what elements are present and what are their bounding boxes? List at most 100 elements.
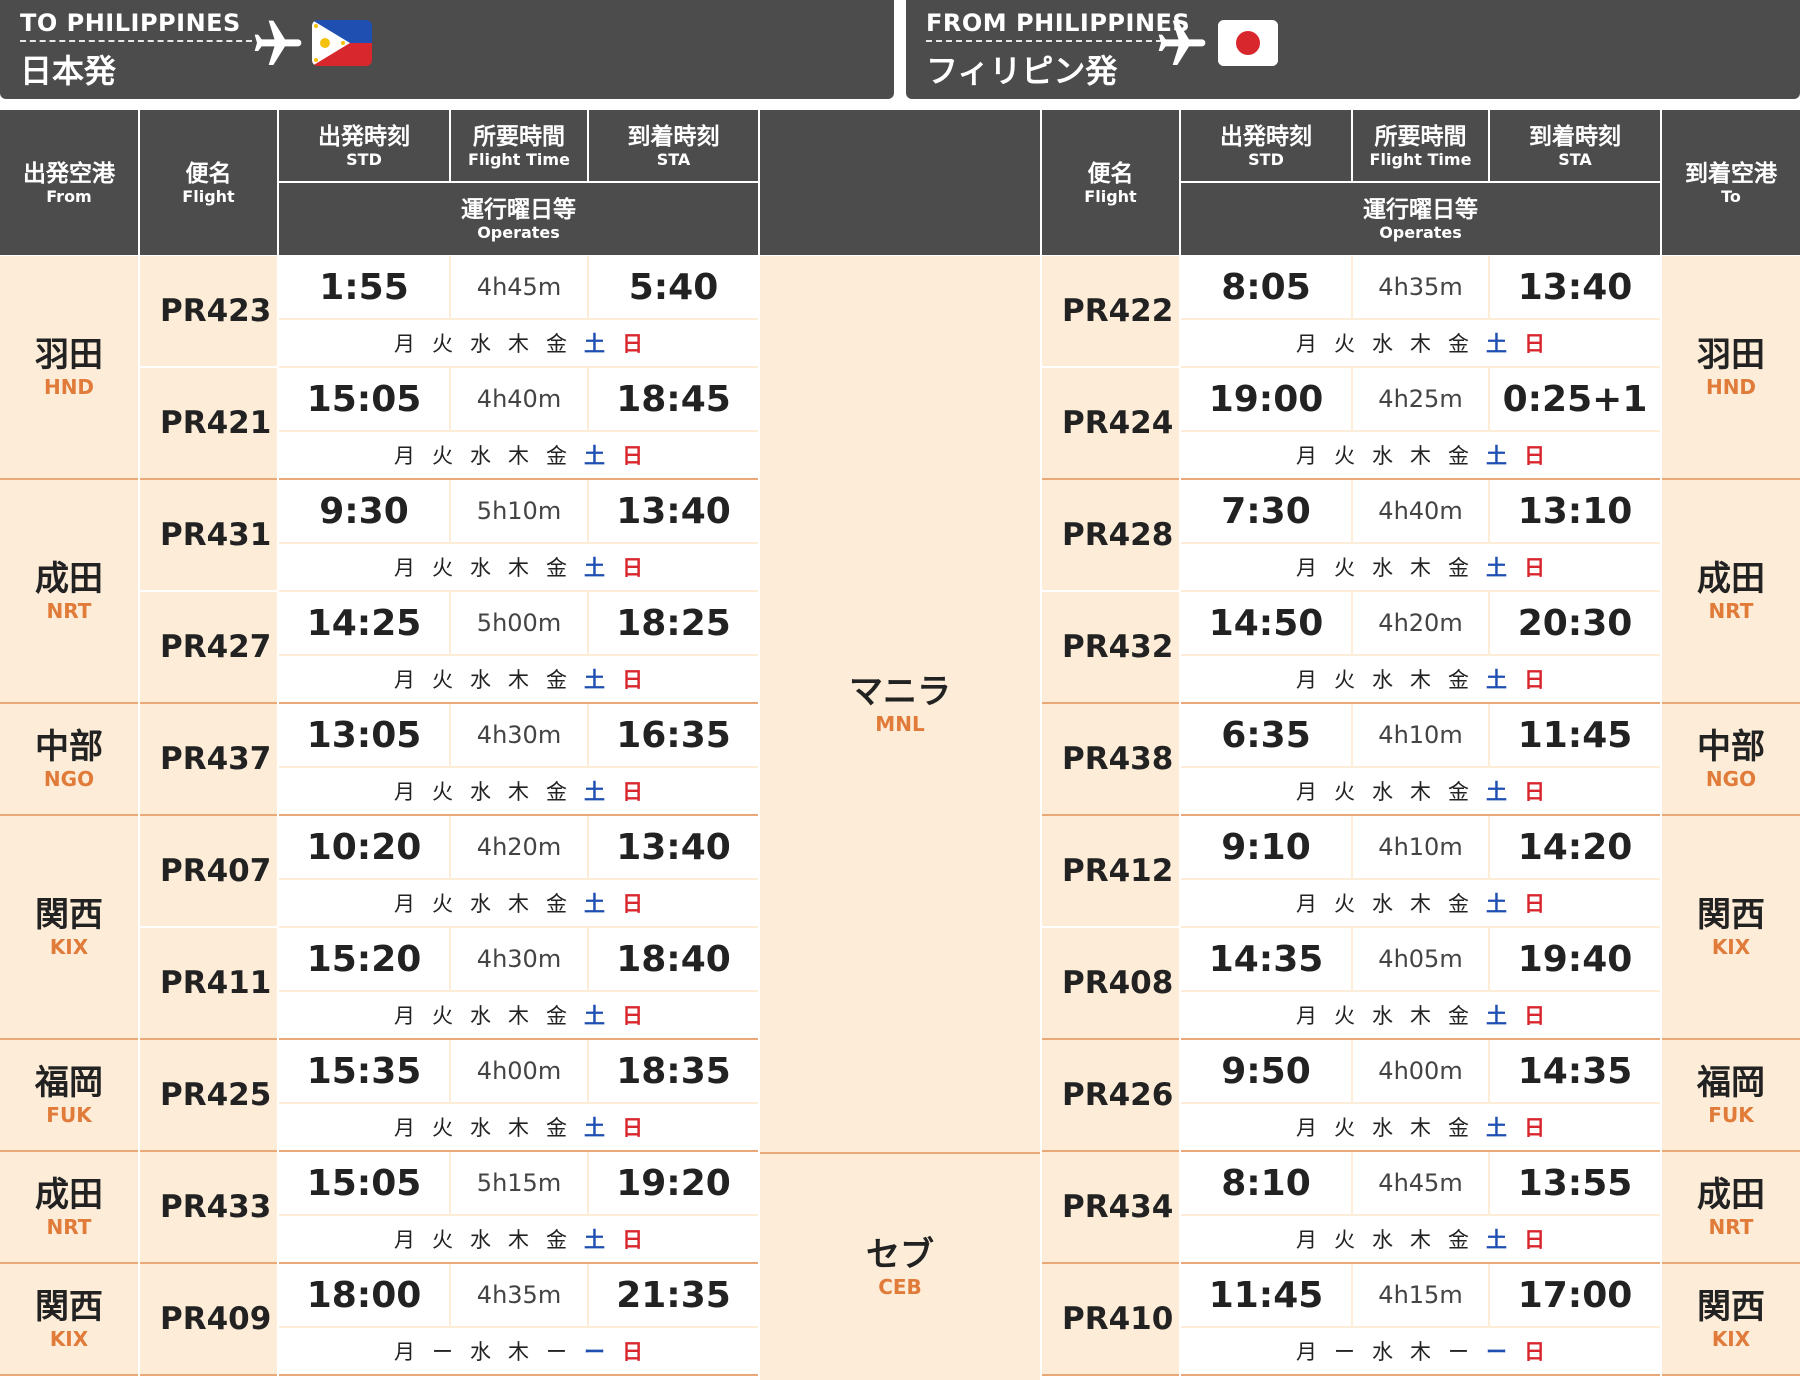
day-1: 火	[1334, 892, 1355, 916]
header-flight-jp: 便名	[1087, 160, 1134, 187]
banner-title-jp: フィリピン発	[926, 52, 1118, 90]
airport-code: KIX	[1711, 935, 1751, 959]
airport-cell-to: 成田 NRT	[1662, 480, 1800, 704]
arrival-time: 11:45	[1490, 704, 1660, 768]
airport-cell-to: 関西 KIX	[1662, 816, 1800, 1040]
airplane-icon	[254, 20, 302, 65]
airport-code: NRT	[1708, 1215, 1754, 1239]
flight-duration: 4h45m	[449, 256, 589, 320]
header-flight-time-en: Flight Time	[468, 149, 570, 169]
day-4: 金	[1448, 1116, 1469, 1140]
day-0: 月	[394, 780, 415, 804]
operating-days: 月ー水木ーー日	[279, 1328, 758, 1376]
flight-number-cell: PR434	[1042, 1152, 1179, 1264]
day-4: ー	[546, 1340, 567, 1364]
day-6: 日	[1524, 1116, 1545, 1140]
flight-duration: 4h35m	[449, 1264, 589, 1328]
airport-code: HND	[43, 375, 95, 399]
day-2: 水	[1372, 556, 1393, 580]
airport-code: KIX	[49, 1327, 89, 1351]
header-from-jp: 出発空港	[23, 160, 115, 187]
airport-name-jp: 関西	[35, 895, 103, 935]
flight-duration: 5h15m	[449, 1152, 589, 1216]
header-flight-time-jp: 所要時間	[473, 123, 565, 150]
day-2: 水	[470, 892, 491, 916]
flight-duration: 4h00m	[1351, 1040, 1490, 1104]
day-2: 水	[1372, 780, 1393, 804]
airport-name-jp: 成田	[35, 1175, 103, 1215]
departure-time: 15:35	[279, 1040, 449, 1104]
day-1: 火	[1334, 1228, 1355, 1252]
destination-manila: マニラ MNL	[760, 256, 1040, 1152]
operating-days: 月火水木金土日	[279, 1216, 758, 1264]
airport-code: NRT	[46, 599, 92, 623]
airport-cell-from: 羽田 HND	[0, 256, 138, 480]
arrival-time: 0:25+1	[1490, 368, 1660, 432]
flight-number-cell: PR433	[140, 1152, 277, 1264]
flight-number-cell: PR426	[1042, 1040, 1179, 1152]
flight-duration: 4h10m	[1351, 704, 1490, 768]
header-sta-jp: 到着時刻	[627, 123, 720, 150]
arrival-time: 13:40	[1490, 256, 1660, 320]
header-std-en: STD	[1248, 149, 1284, 169]
flight-duration: 4h00m	[449, 1040, 589, 1104]
day-6: 日	[1524, 668, 1545, 692]
operating-days: 月火水木金土日	[279, 656, 758, 704]
day-2: 水	[470, 1004, 491, 1028]
header-destination-blank	[760, 110, 1040, 255]
departure-time: 11:45	[1181, 1264, 1351, 1328]
departure-time: 15:05	[279, 368, 449, 432]
day-3: 木	[1410, 1004, 1431, 1028]
day-5: 土	[1486, 444, 1507, 468]
day-2: 水	[470, 780, 491, 804]
airport-cell-from: 福岡 FUK	[0, 1040, 138, 1152]
day-3: 木	[1410, 668, 1431, 692]
departure-time: 9:50	[1181, 1040, 1351, 1104]
destination-code: MNL	[875, 712, 925, 736]
arrival-time: 13:10	[1490, 480, 1660, 544]
header-flight-time-in: 所要時間 Flight Time	[1353, 110, 1488, 181]
day-4: 金	[546, 1116, 567, 1140]
day-2: 水	[1372, 1340, 1393, 1364]
flight-number-cell: PR407	[140, 816, 277, 928]
departure-time: 9:10	[1181, 816, 1351, 880]
airport-code: NGO	[1705, 767, 1757, 791]
flight-duration: 4h40m	[449, 368, 589, 432]
day-3: 木	[1410, 332, 1431, 356]
day-2: 水	[470, 332, 491, 356]
departure-time: 13:05	[279, 704, 449, 768]
header-flight-time-jp: 所要時間	[1374, 123, 1467, 150]
flight-number-cell: PR432	[1042, 592, 1179, 704]
departure-time: 18:00	[279, 1264, 449, 1328]
day-3: 木	[1410, 1116, 1431, 1140]
header-sta-en: STA	[1558, 149, 1592, 169]
flight-duration: 4h20m	[449, 816, 589, 880]
day-1: 火	[1334, 332, 1355, 356]
departure-time: 15:20	[279, 928, 449, 992]
departure-time: 8:05	[1181, 256, 1351, 320]
header-std-jp: 出発時刻	[318, 123, 410, 150]
header-to-jp: 到着空港	[1685, 160, 1777, 187]
banner-title-jp: 日本発	[20, 52, 117, 90]
day-5: 土	[1486, 332, 1507, 356]
airport-code: FUK	[1708, 1103, 1754, 1127]
airport-cell-from: 成田 NRT	[0, 480, 138, 704]
day-2: 水	[470, 668, 491, 692]
header-std-in: 出発時刻 STD	[1181, 110, 1351, 181]
day-4: 金	[546, 1004, 567, 1028]
day-4: 金	[1448, 444, 1469, 468]
header-std-en: STD	[346, 149, 382, 169]
arrival-time: 19:20	[589, 1152, 758, 1216]
day-4: 金	[546, 1228, 567, 1252]
day-6: 日	[622, 1116, 643, 1140]
day-6: 日	[1524, 892, 1545, 916]
header-operates-out: 運行曜日等 Operates	[279, 183, 758, 255]
airport-cell-to: 関西 KIX	[1662, 1264, 1800, 1376]
airport-name-jp: 関西	[35, 1287, 103, 1327]
operating-days: 月火水木金土日	[279, 544, 758, 592]
flight-number-cell: PR410	[1042, 1264, 1179, 1376]
day-2: 水	[1372, 892, 1393, 916]
day-2: 水	[470, 1116, 491, 1140]
day-4: 金	[1448, 556, 1469, 580]
flight-number-cell: PR409	[140, 1264, 277, 1376]
